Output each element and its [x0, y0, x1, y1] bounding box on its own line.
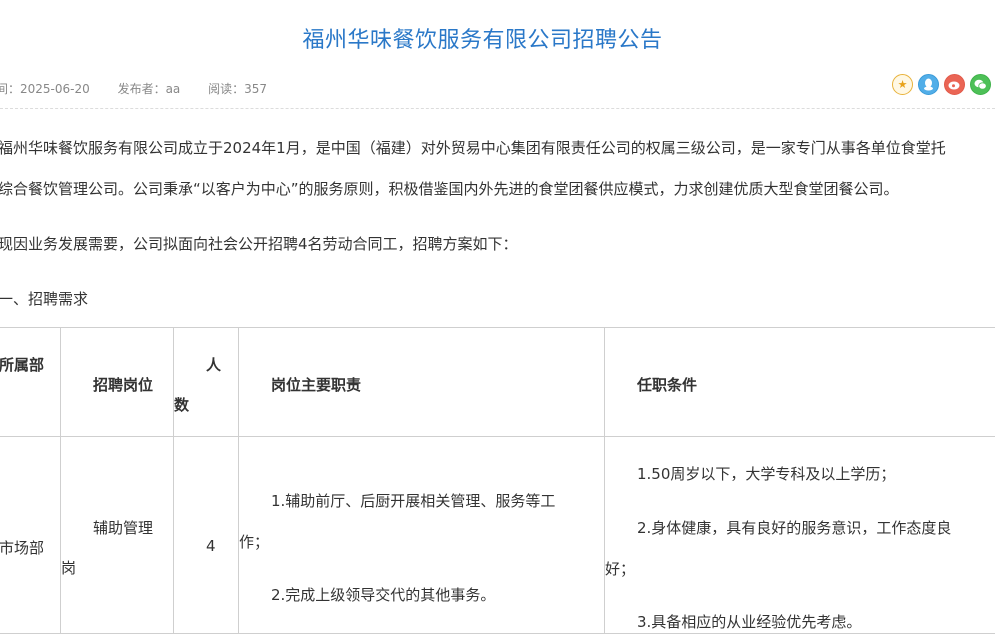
header-dept: 所属部	[0, 328, 61, 437]
intro-paragraph-line-2: 综合餐饮管理公司。公司秉承“以客户为中心”的服务原则，积极借鉴国内外先进的食堂团…	[0, 178, 899, 199]
article-meta: 间：2025-06-20 发布者：aa 阅读：357	[0, 80, 291, 97]
header-divider	[0, 108, 995, 109]
weibo-icon[interactable]	[944, 74, 965, 95]
publisher: 发布者：aa	[118, 82, 181, 96]
cell-duties: 1.辅助前厅、后厨开展相关管理、服务等工 作； 2.完成上级领导交代的其他事务。	[239, 437, 605, 634]
view-count: 阅读：357	[208, 82, 267, 96]
recruitment-table: 所属部 招聘岗位 人 数 岗位主要职责 任职条件 市场部 辅助管理 岗 4 1.…	[0, 327, 995, 634]
header-position: 招聘岗位	[61, 328, 174, 437]
wechat-icon[interactable]	[970, 74, 991, 95]
share-bar: ★	[892, 74, 991, 95]
cell-count: 4	[174, 437, 239, 634]
qq-icon[interactable]	[918, 74, 939, 95]
publish-date: 间：2025-06-20	[0, 82, 90, 96]
header-requirements: 任职条件	[605, 328, 995, 437]
header-count: 人 数	[174, 328, 239, 437]
recruitment-intro: 现因业务发展需要，公司拟面向社会公开招聘4名劳动合同工，招聘方案如下：	[0, 233, 518, 254]
cell-requirements: 1.50周岁以下，大学专科及以上学历； 2.身体健康，具有良好的服务意识，工作态…	[605, 437, 995, 634]
cell-position: 辅助管理 岗	[61, 437, 174, 634]
intro-paragraph-line-1: 福州华味餐饮服务有限公司成立于2024年1月，是中国（福建）对外贸易中心集团有限…	[0, 137, 946, 158]
header-duties: 岗位主要职责	[239, 328, 605, 437]
favorite-star-icon[interactable]: ★	[892, 74, 913, 95]
cell-dept: 市场部	[0, 437, 61, 634]
table-row: 市场部 辅助管理 岗 4 1.辅助前厅、后厨开展相关管理、服务等工 作； 2.完…	[0, 437, 995, 634]
table-header-row: 所属部 招聘岗位 人 数 岗位主要职责 任职条件	[0, 328, 995, 437]
section-heading: 一、招聘需求	[0, 288, 88, 309]
page-title: 福州华味餐饮服务有限公司招聘公告	[0, 22, 965, 54]
